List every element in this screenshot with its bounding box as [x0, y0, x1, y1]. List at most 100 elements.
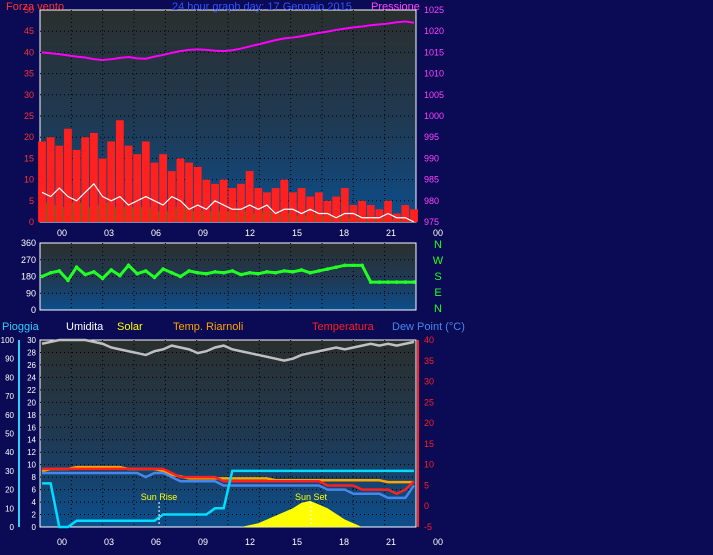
pressure-y-tick-label: 1010 [424, 69, 444, 79]
humidity-y-tick-label: 0 [10, 523, 15, 532]
direction-point [144, 269, 148, 273]
direction-point [368, 280, 373, 284]
wind-bar [176, 158, 185, 222]
direction-point [317, 269, 321, 273]
rain-y-tick-label: 6 [32, 486, 37, 495]
wind-bar [141, 141, 150, 222]
direction-point [100, 276, 105, 281]
direction-point [377, 280, 382, 284]
compass-label: N [434, 303, 442, 315]
weather-station-graphs: 0 5 10 15 20 25 30 35 40 45 50 975 980 985 990 995 1000 1… [0, 0, 713, 555]
wind-axis-title: Forza vento [6, 1, 64, 13]
rain-y-tick-label: 10 [27, 461, 36, 470]
legend-solar: Solar [117, 321, 143, 333]
legend-umidita: Umidita [66, 321, 104, 333]
pressure-y-tick-label: 1020 [424, 26, 444, 36]
p3-x-tick-label: 09 [198, 537, 208, 547]
pressure-axis-title: Pressione [371, 1, 420, 13]
compass-label: E [434, 287, 441, 299]
pressure-y-tick-label: 980 [424, 196, 439, 206]
direction-point [195, 270, 200, 275]
p3-x-tick-label: 15 [292, 537, 302, 547]
wind-bar [159, 154, 168, 222]
wind-bar [202, 179, 211, 222]
wind-bar [219, 179, 228, 222]
rain-y-tick-label: 14 [27, 436, 36, 445]
p1-x-tick-label: 09 [198, 228, 208, 238]
wind-bar [314, 192, 323, 222]
wind-bar [90, 132, 98, 222]
humidity-y-tick-label: 60 [5, 411, 14, 420]
direction-point [273, 270, 278, 275]
direction-point [48, 270, 53, 275]
wind-y-tick-label: 45 [24, 26, 34, 36]
direction-point [265, 270, 269, 274]
direction-point [230, 269, 235, 273]
direction-point [291, 270, 295, 274]
wind-y-tick-label: 25 [24, 111, 34, 121]
wind-bar [38, 141, 46, 222]
direction-point [325, 267, 330, 271]
wind-bar [358, 200, 366, 222]
direction-point [118, 273, 122, 278]
wind-y-tick-label: 5 [29, 196, 34, 206]
temperature-y-tick-label: 15 [424, 439, 434, 449]
direction-point [351, 263, 356, 268]
wind-y-tick-label: 20 [24, 132, 34, 142]
wind-bar [193, 166, 202, 222]
direction-point [161, 267, 165, 271]
direction-y-tick-label: 90 [26, 288, 36, 298]
direction-point [403, 280, 408, 284]
wind-y-tick-label: 30 [24, 90, 34, 100]
p3-x-tick-label: 03 [104, 537, 114, 547]
compass-label: W [433, 255, 444, 267]
sun-marker-label: Sun Rise [141, 492, 178, 502]
pressure-y-tick-label: 985 [424, 175, 439, 185]
wind-bar [150, 162, 159, 222]
direction-point [247, 270, 252, 275]
direction-y-tick-label: 180 [21, 272, 36, 282]
rain-y-tick-label: 2 [32, 511, 37, 520]
wind-y-tick-label: 35 [24, 69, 34, 79]
p3-x-tick-label: 00 [57, 537, 67, 547]
wind-y-tick-label: 0 [29, 217, 34, 227]
wind-bar [288, 192, 297, 222]
direction-point [40, 274, 44, 279]
p3-x-tick-label: 12 [245, 537, 255, 547]
direction-point [394, 280, 399, 284]
wind-bar [46, 137, 55, 222]
wind-bar [340, 188, 349, 222]
p1-x-tick-label: 00 [433, 228, 443, 238]
pressure-y-tick-label: 975 [424, 217, 439, 227]
direction-point [386, 280, 390, 284]
temperature-y-tick-label: 30 [424, 377, 434, 387]
direction-point [74, 265, 79, 269]
p3-x-tick-label: 21 [386, 537, 396, 547]
direction-point [152, 275, 157, 280]
wind-bar [384, 200, 392, 222]
p1-x-tick-label: 03 [104, 228, 114, 238]
temperature-y-tick-label: 10 [424, 460, 434, 470]
chart-title: 24 hour graph day: 17 Gennaio 2015 [172, 1, 352, 13]
wind-bar [124, 145, 133, 222]
wind-y-tick-label: 40 [24, 47, 34, 57]
wind-bar [185, 162, 193, 222]
wind-bar [81, 137, 90, 222]
pressure-y-tick-label: 1025 [424, 5, 444, 15]
direction-y-tick-label: 270 [21, 255, 36, 265]
rain-y-tick-label: 24 [27, 373, 36, 382]
temperature-y-tick-label: 5 [424, 480, 429, 490]
rain-y-tick-label: 0 [32, 523, 37, 532]
rain-y-tick-label: 8 [32, 473, 37, 482]
wind-y-tick-label: 10 [24, 175, 34, 185]
direction-point [83, 272, 88, 277]
wind-bar [254, 188, 263, 222]
direction-point [126, 263, 131, 268]
p3-x-tick-label: 18 [339, 537, 349, 547]
wind-bar [133, 154, 142, 222]
wind-bar [375, 209, 384, 222]
rain-y-tick-label: 26 [27, 361, 36, 370]
direction-point [221, 270, 226, 275]
direction-point [256, 271, 261, 276]
humidity-y-tick-label: 40 [5, 448, 14, 457]
